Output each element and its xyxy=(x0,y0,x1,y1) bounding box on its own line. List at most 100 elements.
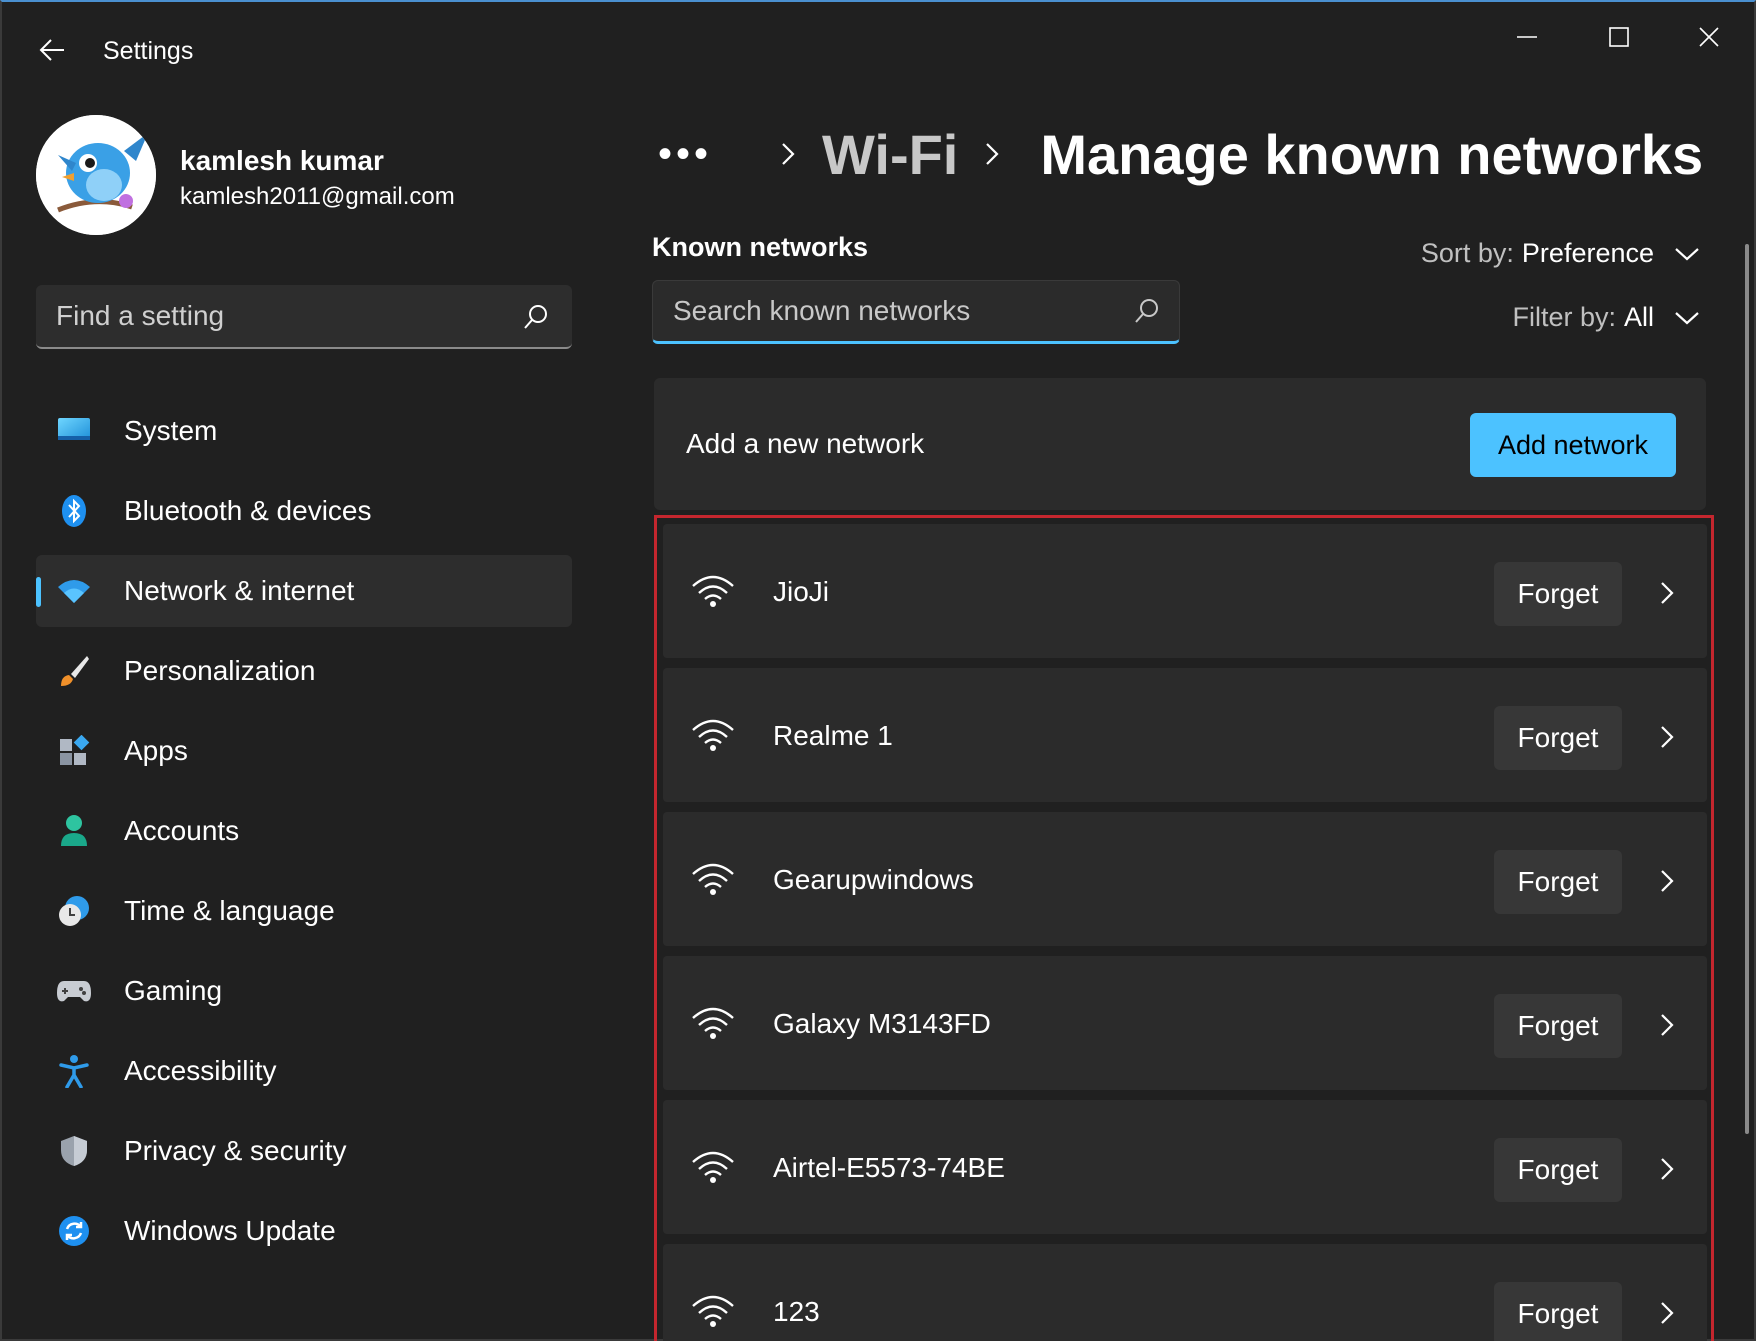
find-setting-input[interactable] xyxy=(56,285,506,347)
network-row[interactable]: JioJi Forget xyxy=(663,524,1707,658)
user-email: kamlesh2011@gmail.com xyxy=(180,183,455,210)
accessibility-icon xyxy=(56,1053,92,1089)
network-name: Realme 1 xyxy=(773,720,893,751)
sort-value: Preference xyxy=(1521,238,1654,268)
clock-globe-icon xyxy=(56,893,92,929)
app-title: Settings xyxy=(103,37,194,65)
wifi-icon xyxy=(56,573,92,609)
sidebar-item-windows-update[interactable]: Windows Update xyxy=(36,1195,572,1267)
maximize-button[interactable] xyxy=(1584,12,1654,62)
wifi-signal-icon xyxy=(692,1295,734,1327)
chevron-right-icon xyxy=(972,134,1012,174)
back-arrow-icon xyxy=(39,39,64,61)
forget-button[interactable]: Forget xyxy=(1494,994,1622,1058)
chevron-right-icon[interactable] xyxy=(1653,1155,1681,1183)
sidebar-nav: System Bluetooth & devices Network & int… xyxy=(36,395,572,1275)
search-icon[interactable] xyxy=(522,303,550,331)
sidebar-item-label: Accessibility xyxy=(124,1055,277,1086)
search-icon[interactable] xyxy=(1133,297,1161,325)
user-name: kamlesh kumar xyxy=(180,145,384,176)
close-icon xyxy=(1699,27,1719,47)
breadcrumb: ••• Wi-Fi Manage known networks xyxy=(658,114,1703,194)
find-setting-box xyxy=(36,285,572,349)
bluetooth-icon xyxy=(56,493,92,529)
sidebar-item-time-language[interactable]: Time & language xyxy=(36,875,572,947)
avatar xyxy=(36,115,156,235)
brush-icon xyxy=(56,653,92,689)
breadcrumb-more-button[interactable]: ••• xyxy=(658,134,712,174)
apps-icon xyxy=(56,733,92,769)
breadcrumb-wifi-link[interactable]: Wi-Fi xyxy=(822,122,958,187)
forget-button[interactable]: Forget xyxy=(1494,706,1622,770)
sidebar-item-label: Bluetooth & devices xyxy=(124,495,372,526)
sidebar-item-label: System xyxy=(124,415,218,446)
settings-window: Settings kamlesh kumar kamlesh2011@gmail… xyxy=(0,0,1756,1341)
monitor-icon xyxy=(56,413,92,449)
network-row[interactable]: Galaxy M3143FD Forget xyxy=(663,956,1707,1090)
sidebar-item-privacy-security[interactable]: Privacy & security xyxy=(36,1115,572,1187)
chevron-right-icon[interactable] xyxy=(1653,1299,1681,1327)
sidebar-item-accounts[interactable]: Accounts xyxy=(36,795,572,867)
sidebar-item-label: Apps xyxy=(124,735,188,766)
network-name: Gearupwindows xyxy=(773,864,974,895)
network-row[interactable]: Gearupwindows Forget xyxy=(663,812,1707,946)
forget-button[interactable]: Forget xyxy=(1494,1138,1622,1202)
network-name: Airtel-E5573-74BE xyxy=(773,1152,1005,1183)
add-network-card: Add a new network Add network xyxy=(654,378,1706,510)
network-name: Galaxy M3143FD xyxy=(773,1008,991,1039)
sidebar-item-label: Windows Update xyxy=(124,1215,336,1246)
sidebar-item-system[interactable]: System xyxy=(36,395,572,467)
sidebar-item-apps[interactable]: Apps xyxy=(36,715,572,787)
wifi-signal-icon xyxy=(692,719,734,751)
minimize-icon xyxy=(1517,36,1537,38)
network-row[interactable]: Airtel-E5573-74BE Forget xyxy=(663,1100,1707,1234)
forget-button[interactable]: Forget xyxy=(1494,562,1622,626)
shield-icon xyxy=(56,1133,92,1169)
search-known-networks-input[interactable] xyxy=(673,281,1113,341)
maximize-icon xyxy=(1609,27,1629,47)
wifi-signal-icon xyxy=(692,1007,734,1039)
scrollbar[interactable] xyxy=(1745,244,1749,1134)
sidebar-item-bluetooth[interactable]: Bluetooth & devices xyxy=(36,475,572,547)
network-row[interactable]: 123 Forget xyxy=(663,1244,1707,1341)
sidebar-item-personalization[interactable]: Personalization xyxy=(36,635,572,707)
sidebar-item-label: Privacy & security xyxy=(124,1135,347,1166)
section-title: Known networks xyxy=(652,232,869,262)
person-icon xyxy=(56,813,92,849)
sidebar-item-label: Network & internet xyxy=(124,575,355,606)
chevron-right-icon[interactable] xyxy=(1653,867,1681,895)
bird-avatar-icon xyxy=(36,115,156,235)
page-title: Manage known networks xyxy=(1040,122,1704,186)
wifi-signal-icon xyxy=(692,1151,734,1183)
close-button[interactable] xyxy=(1674,12,1744,62)
network-row[interactable]: Realme 1 Forget xyxy=(663,668,1707,802)
filter-value: All xyxy=(1623,302,1654,332)
wifi-signal-icon xyxy=(692,575,734,607)
network-name: JioJi xyxy=(773,576,830,607)
add-network-button[interactable]: Add network xyxy=(1470,413,1676,477)
sort-dropdown[interactable]: Sort by: Preference xyxy=(1421,238,1702,269)
chevron-down-icon xyxy=(1672,239,1702,269)
wifi-signal-icon xyxy=(692,863,734,895)
filter-label: Filter by: xyxy=(1512,302,1616,332)
sidebar-item-accessibility[interactable]: Accessibility xyxy=(36,1035,572,1107)
sidebar-item-label: Accounts xyxy=(124,815,240,846)
chevron-right-icon[interactable] xyxy=(1653,1011,1681,1039)
search-known-networks-box xyxy=(652,280,1180,344)
chevron-right-icon[interactable] xyxy=(1653,723,1681,751)
title-bar: Settings xyxy=(2,2,1754,102)
forget-button[interactable]: Forget xyxy=(1494,850,1622,914)
chevron-right-icon[interactable] xyxy=(1653,579,1681,607)
chevron-right-icon xyxy=(768,134,808,174)
sidebar-item-gaming[interactable]: Gaming xyxy=(36,955,572,1027)
known-networks-list: JioJi Forget Realme 1 Forget Gearupwindo… xyxy=(654,515,1714,1341)
filter-dropdown[interactable]: Filter by: All xyxy=(1512,302,1702,333)
minimize-button[interactable] xyxy=(1492,12,1562,62)
sidebar-item-label: Gaming xyxy=(124,975,223,1006)
chevron-down-icon xyxy=(1672,303,1702,333)
sidebar-item-network[interactable]: Network & internet xyxy=(36,555,572,627)
gamepad-icon xyxy=(56,973,92,1009)
forget-button[interactable]: Forget xyxy=(1494,1282,1622,1341)
sort-label: Sort by: xyxy=(1420,238,1514,268)
back-button[interactable] xyxy=(32,30,72,70)
